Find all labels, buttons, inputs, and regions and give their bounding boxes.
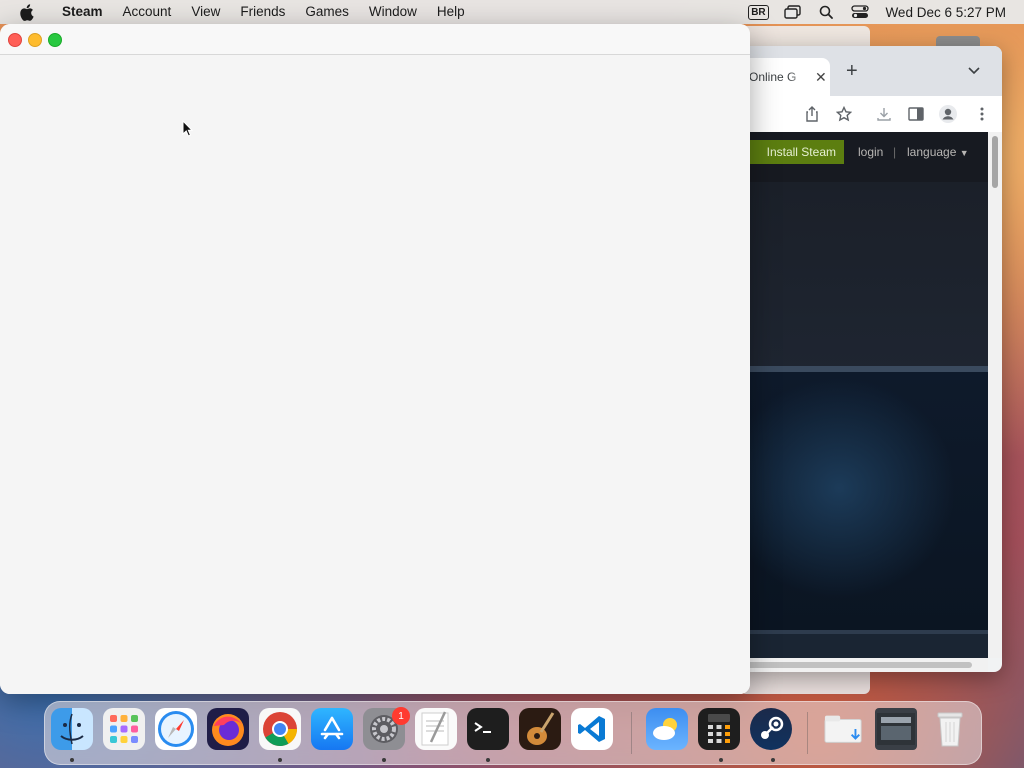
language-caret-icon: ▼ [959, 148, 969, 158]
terminal-running-dot [486, 758, 490, 762]
dock: 1 [44, 701, 982, 765]
input-source-badge: BR [748, 4, 769, 20]
safari-icon[interactable] [155, 708, 197, 750]
chrome-icon[interactable] [259, 708, 301, 750]
download-icon[interactable] [874, 104, 894, 124]
browser-tab-strip: Online G ✕ + [740, 46, 1002, 96]
calculator-running-dot [719, 758, 723, 762]
language-label: language [907, 145, 957, 159]
downloads-folder-icon[interactable] [823, 708, 865, 750]
tab-close-icon[interactable]: ✕ [815, 69, 827, 86]
store-hero-image [740, 372, 988, 630]
profile-avatar-icon[interactable] [938, 104, 958, 124]
terminal-icon[interactable] [467, 708, 509, 750]
apple-menu-icon[interactable] [0, 3, 52, 21]
finder-running-dot [70, 758, 74, 762]
share-icon[interactable] [802, 104, 822, 124]
window-close-button[interactable] [8, 33, 22, 47]
vertical-scroll-thumb[interactable] [992, 136, 998, 188]
steam-window-content [0, 55, 750, 694]
settings-running-dot [382, 758, 386, 762]
input-source-button[interactable]: BR [741, 4, 775, 20]
mouse-pointer-icon [182, 119, 194, 143]
tab-search-chevron-icon[interactable] [968, 62, 980, 80]
app-store-icon[interactable] [311, 708, 353, 750]
chrome-running-dot [278, 758, 282, 762]
browser-window[interactable]: Online G ✕ + Install Steam login | langu… [740, 46, 1002, 672]
side-panel-icon[interactable] [906, 104, 926, 124]
steam-icon[interactable] [750, 708, 792, 750]
menu-friends[interactable]: Friends [230, 0, 295, 24]
browser-tab[interactable]: Online G ✕ [740, 58, 830, 96]
steam-store-page: Install Steam login | language ▼ [740, 132, 988, 662]
browser-menu-kebab-icon[interactable] [972, 104, 992, 124]
new-tab-button[interactable]: + [846, 60, 858, 83]
steam-running-dot [771, 758, 775, 762]
menu-account[interactable]: Account [113, 0, 182, 24]
menu-bar-clock[interactable]: Wed Dec 6 5:27 PM [885, 5, 1006, 20]
menu-window[interactable]: Window [359, 0, 427, 24]
bookmark-star-icon[interactable] [834, 104, 854, 124]
steam-window[interactable] [0, 24, 750, 694]
install-steam-label: Install Steam [766, 145, 836, 159]
trash-icon[interactable] [929, 708, 971, 750]
dock-separator [631, 712, 632, 754]
window-minimize-button[interactable] [28, 33, 42, 47]
menu-bar: Steam Account View Friends Games Window … [0, 0, 1024, 24]
store-banner-area [740, 182, 988, 372]
calculator-icon[interactable] [698, 708, 740, 750]
textedit-icon[interactable] [415, 708, 457, 750]
menu-steam[interactable]: Steam [52, 0, 113, 24]
login-link[interactable]: login [858, 145, 883, 159]
weather-icon[interactable] [646, 708, 688, 750]
system-settings-badge: 1 [392, 707, 410, 725]
menu-help[interactable]: Help [427, 0, 475, 24]
control-center-icon[interactable] [843, 5, 877, 19]
garageband-icon[interactable] [519, 708, 561, 750]
document-thumbnail-icon[interactable] [875, 708, 917, 750]
browser-toolbar [740, 96, 1002, 133]
menu-games[interactable]: Games [295, 0, 359, 24]
vertical-scrollbar[interactable] [988, 132, 1002, 658]
horizontal-scroll-thumb[interactable] [742, 662, 972, 668]
launchpad-icon[interactable] [103, 708, 145, 750]
dock-separator-2 [807, 712, 808, 754]
browser-tab-title: Online G [749, 70, 797, 84]
vscode-icon[interactable] [571, 708, 613, 750]
screen-mirroring-icon[interactable] [775, 5, 809, 19]
install-steam-button[interactable]: Install Steam [740, 140, 844, 164]
firefox-icon[interactable] [207, 708, 249, 750]
finder-icon[interactable] [51, 708, 93, 750]
steam-window-titlebar[interactable] [0, 24, 750, 55]
menu-view[interactable]: View [181, 0, 230, 24]
horizontal-scrollbar[interactable] [740, 658, 988, 672]
language-dropdown[interactable]: language ▼ [907, 145, 969, 159]
spotlight-search-icon[interactable] [809, 5, 843, 19]
header-separator: | [893, 145, 897, 159]
window-zoom-button[interactable] [48, 33, 62, 47]
